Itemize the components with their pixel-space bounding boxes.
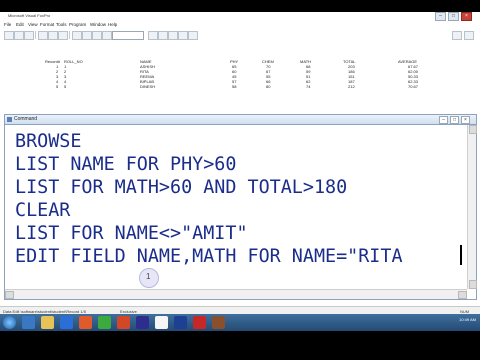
ie-icon[interactable]: [22, 316, 35, 329]
chrome-icon[interactable]: [98, 316, 111, 329]
code-line: LIST NAME FOR PHY>60: [15, 154, 237, 175]
command-window-icon[interactable]: [168, 31, 178, 40]
menu-help[interactable]: Help: [108, 22, 117, 27]
minimize-button[interactable]: –: [439, 116, 448, 124]
taskbar: 10:49 AM: [0, 314, 480, 331]
word-icon[interactable]: [174, 316, 187, 329]
scroll-right-icon[interactable]: [458, 291, 467, 299]
copy-icon[interactable]: [82, 31, 92, 40]
preview-icon[interactable]: [48, 31, 58, 40]
toolbar-combo[interactable]: [112, 31, 144, 40]
command-window-title: Command: [14, 116, 38, 122]
code-line: CLEAR: [15, 200, 71, 221]
horizontal-scrollbar[interactable]: [5, 289, 467, 299]
toolbar-icon[interactable]: [464, 31, 474, 40]
print-icon[interactable]: [38, 31, 48, 40]
vertical-scrollbar[interactable]: [467, 125, 477, 289]
folder-icon[interactable]: [41, 316, 54, 329]
app-title-bar: Microsoft Visual FoxPro: [0, 12, 480, 20]
start-icon[interactable]: [3, 316, 16, 329]
scroll-up-icon[interactable]: [469, 125, 477, 134]
new-icon[interactable]: [4, 31, 14, 40]
click-indicator-label: 1: [146, 272, 151, 281]
firefox-icon[interactable]: [79, 316, 92, 329]
toolbar-icon[interactable]: [452, 31, 462, 40]
toolbar: [0, 30, 480, 40]
top-letterbox: [0, 0, 480, 12]
command-window-title-bar: Command – □ ×: [5, 115, 476, 125]
maximize-button[interactable]: □: [450, 116, 459, 124]
window-controls: – □ ×: [435, 12, 472, 21]
cell-chem: 80: [266, 84, 271, 89]
app-title: Microsoft Visual FoxPro: [8, 13, 51, 18]
data-session-icon[interactable]: [178, 31, 188, 40]
menu-bar: File Edit View Format Tools Program Wind…: [0, 21, 480, 29]
powerpoint-icon[interactable]: [117, 316, 130, 329]
toolbar-separator: [35, 31, 36, 39]
table-row: 5 5 DINESH 58 80 74 212 70.67: [0, 84, 480, 89]
run-icon[interactable]: [148, 31, 158, 40]
code-line: LIST FOR NAME<>"AMIT": [15, 223, 248, 244]
code-line: LIST FOR MATH>60 AND TOTAL>180: [15, 177, 348, 198]
command-window-icon: [7, 117, 12, 122]
menu-edit[interactable]: Edit: [16, 22, 24, 27]
clock[interactable]: 10:49 AM: [459, 317, 476, 322]
scroll-left-icon[interactable]: [5, 291, 14, 299]
menu-program[interactable]: Program: [69, 22, 86, 27]
text-cursor: [460, 245, 462, 265]
close-button[interactable]: ×: [461, 12, 472, 21]
cell-math: 74: [306, 84, 311, 89]
cell-record: 5: [56, 84, 59, 89]
system-tray: 10:49 AM: [459, 317, 476, 322]
menu-view[interactable]: View: [28, 22, 38, 27]
paste-icon[interactable]: [92, 31, 102, 40]
save-icon[interactable]: [24, 31, 34, 40]
media-icon[interactable]: [60, 316, 73, 329]
code-line: EDIT FIELD NAME,MATH FOR NAME="RITA: [15, 246, 403, 267]
cell-average: 70.67: [408, 84, 419, 89]
cell-roll-no: 5: [64, 84, 67, 89]
cut-icon[interactable]: [72, 31, 82, 40]
command-editor[interactable]: BROWSE LIST NAME FOR PHY>60 LIST FOR MATH>…: [15, 130, 403, 268]
cell-total: 212: [348, 84, 355, 89]
menu-tools[interactable]: Tools: [56, 22, 67, 27]
maximize-button[interactable]: □: [448, 12, 459, 21]
undo-icon[interactable]: [102, 31, 112, 40]
open-icon[interactable]: [14, 31, 24, 40]
minimize-button[interactable]: –: [435, 12, 446, 21]
menu-window[interactable]: Window: [90, 22, 106, 27]
foxpro-icon[interactable]: [212, 316, 225, 329]
toolbar-separator: [69, 31, 70, 39]
modify-icon[interactable]: [158, 31, 168, 40]
paint-icon[interactable]: [155, 316, 168, 329]
click-indicator: 1: [139, 268, 159, 288]
spell-icon[interactable]: [58, 31, 68, 40]
menu-file[interactable]: File: [4, 22, 11, 27]
help-icon[interactable]: [188, 31, 198, 40]
bottom-letterbox: [0, 331, 480, 360]
scroll-down-icon[interactable]: [469, 280, 477, 289]
app-icon[interactable]: [193, 316, 206, 329]
command-window: Command – □ × BROWSE LIST NAME FOR PHY>60…: [4, 114, 477, 300]
code-line: BROWSE: [15, 131, 82, 152]
close-button[interactable]: ×: [461, 116, 470, 124]
cell-phy: 58: [232, 84, 237, 89]
photoshop-icon[interactable]: [136, 316, 149, 329]
menu-format[interactable]: Format: [40, 22, 54, 27]
cell-name: DINESH: [140, 84, 156, 89]
